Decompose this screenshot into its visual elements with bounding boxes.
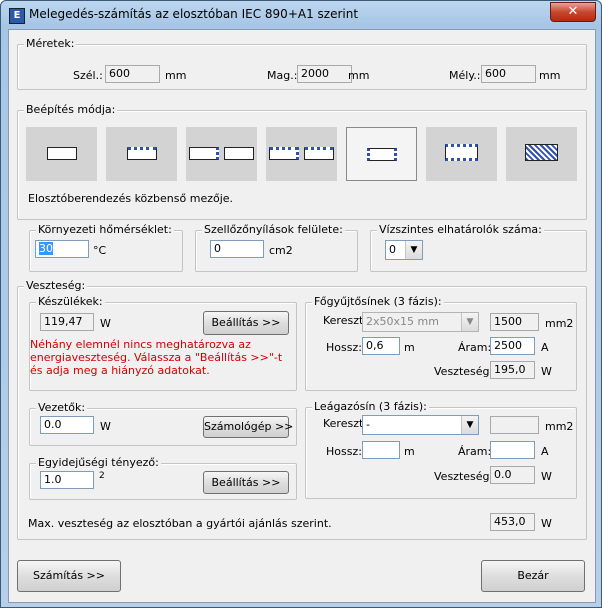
ventilation-title: Szellőzőnyílások felülete: <box>202 223 345 236</box>
main-busbar-length-unit: m <box>404 341 415 354</box>
depth-unit: mm <box>539 69 561 82</box>
ventilation-input[interactable]: 0 <box>210 240 264 258</box>
simultaneity-settings-button[interactable]: Beállítás >> <box>203 471 289 494</box>
simultaneity-exponent: 2 <box>99 471 105 481</box>
main-busbar-title: Főgyűjtősínek (3 fázis): <box>312 295 444 308</box>
branch-busbar-cross-section-label: Kereszt <box>323 417 364 430</box>
panel-icon <box>224 147 254 160</box>
branch-busbar-current-label: Áram: <box>458 445 492 458</box>
main-busbar-cross-section-label: Kereszt <box>323 314 364 327</box>
installation-group-title: Beépítés módja: <box>24 103 118 116</box>
panel-icon <box>127 147 157 160</box>
conductors-loss-unit: W <box>100 420 111 433</box>
panel-icon <box>269 147 299 160</box>
max-loss-unit: W <box>541 517 552 530</box>
dialog-client-area: Méretek: Szél.: 600 mm Mag.: 2000 mm Mél… <box>8 29 596 603</box>
branch-busbar-length-unit: m <box>404 445 415 458</box>
ambient-temp-input[interactable]: 30 <box>35 240 89 258</box>
main-busbar-current-unit: A <box>541 341 549 354</box>
width-field[interactable]: 600 <box>105 65 160 83</box>
chevron-down-icon[interactable]: ▼ <box>405 241 422 259</box>
devices-loss-unit: W <box>100 317 111 330</box>
loss-group-title: Veszteség: <box>24 279 88 292</box>
branch-busbar-loss-label: Veszteség: <box>434 470 494 483</box>
missing-data-warning: Néhány elemnél nincs meghatározva az ene… <box>30 338 283 377</box>
panel-icon <box>367 148 397 161</box>
app-icon: E <box>9 8 25 24</box>
main-busbar-loss-label: Veszteség: <box>434 365 494 378</box>
title-bar[interactable]: E Melegedés-számítás az elosztóban IEC 8… <box>1 1 601 29</box>
simultaneity-title: Egyidejűségi tényező: <box>36 456 161 469</box>
devices-loss-field[interactable]: 119,47 <box>40 313 94 331</box>
branch-busbar-length-label: Hossz: <box>326 445 362 458</box>
main-busbar-loss-field[interactable]: 195,0 <box>490 361 535 379</box>
panel-icon <box>189 147 219 160</box>
branch-busbar-loss-field[interactable]: 0.0 <box>490 466 535 484</box>
panel-icon <box>445 144 478 161</box>
installation-option-middle-wall[interactable] <box>426 127 497 181</box>
calculator-button[interactable]: Számológép >> <box>203 416 293 438</box>
panel-icon <box>47 147 77 160</box>
height-label: Mag.: <box>267 69 298 82</box>
max-loss-field[interactable]: 453,0 <box>490 513 535 531</box>
branch-busbar-title: Leágazósín (3 fázis): <box>312 400 429 413</box>
panel-icon <box>525 144 558 161</box>
installation-option-end-wall[interactable] <box>266 127 337 181</box>
ambient-temp-title: Környezeti hőmérséklet: <box>36 223 174 236</box>
simultaneity-input[interactable]: 1.0 <box>40 471 94 489</box>
branch-busbar-cross-section-select[interactable]: - ▼ <box>362 415 479 435</box>
main-busbar-length-input[interactable]: 0,6 <box>362 337 400 355</box>
main-busbar-current-label: Áram: <box>458 341 492 354</box>
main-busbar-cross-section-select: 2x50x15 mm ▼ <box>362 312 479 332</box>
horizontal-partitions-select[interactable]: 0 ▼ <box>385 240 423 260</box>
devices-settings-button[interactable]: Beállítás >> <box>203 311 289 335</box>
branch-busbar-loss-unit: W <box>541 470 552 483</box>
height-unit: mm <box>348 69 370 82</box>
branch-busbar-area-unit: mm2 <box>545 420 574 433</box>
conductors-loss-input[interactable]: 0.0 <box>40 416 94 434</box>
ambient-temp-unit: °C <box>93 244 107 257</box>
main-busbar-area-field[interactable]: 1500 <box>490 313 539 331</box>
window-title: Melegedés-számítás az elosztóban IEC 890… <box>29 7 359 21</box>
main-busbar-loss-unit: W <box>541 365 552 378</box>
chevron-down-icon: ▼ <box>461 313 478 331</box>
chevron-down-icon[interactable]: ▼ <box>461 416 478 434</box>
installation-option-standalone[interactable] <box>26 127 97 181</box>
ventilation-unit: cm2 <box>269 244 293 257</box>
depth-field[interactable]: 600 <box>481 65 536 83</box>
main-busbar-current-input[interactable]: 2500 <box>490 337 535 355</box>
calculate-button[interactable]: Számítás >> <box>17 560 121 592</box>
conductors-title: Vezetők: <box>36 401 88 414</box>
branch-busbar-length-input[interactable] <box>362 441 400 459</box>
installation-option-enclosed[interactable] <box>506 127 577 181</box>
width-label: Szél.: <box>73 69 103 82</box>
main-busbar-area-unit: mm2 <box>545 317 574 330</box>
close-dialog-button[interactable]: Bezár <box>481 560 585 592</box>
branch-busbar-current-input[interactable] <box>490 441 535 459</box>
panel-icon <box>304 147 334 160</box>
max-loss-label: Max. veszteség az elosztóban a gyártói a… <box>28 517 332 530</box>
installation-option-middle[interactable] <box>346 127 417 181</box>
installation-option-end[interactable] <box>186 127 257 181</box>
devices-title: Készülékek: <box>36 295 105 308</box>
branch-busbar-area-field[interactable] <box>490 416 539 434</box>
branch-busbar-current-unit: A <box>541 445 549 458</box>
depth-label: Mély.: <box>449 69 481 82</box>
dimensions-group-title: Méretek: <box>24 37 77 50</box>
main-busbar-length-label: Hossz: <box>326 341 362 354</box>
horizontal-partitions-title: Vízszintes elhatárolók száma: <box>377 223 544 236</box>
dialog-window: E Melegedés-számítás az elosztóban IEC 8… <box>0 0 602 608</box>
installation-description: Elosztóberendezés közbenső mezője. <box>28 192 234 205</box>
installation-option-wall-top[interactable] <box>106 127 177 181</box>
height-field[interactable]: 2000 <box>297 65 352 83</box>
close-button[interactable]: ✕ <box>550 2 596 22</box>
width-unit: mm <box>165 69 187 82</box>
